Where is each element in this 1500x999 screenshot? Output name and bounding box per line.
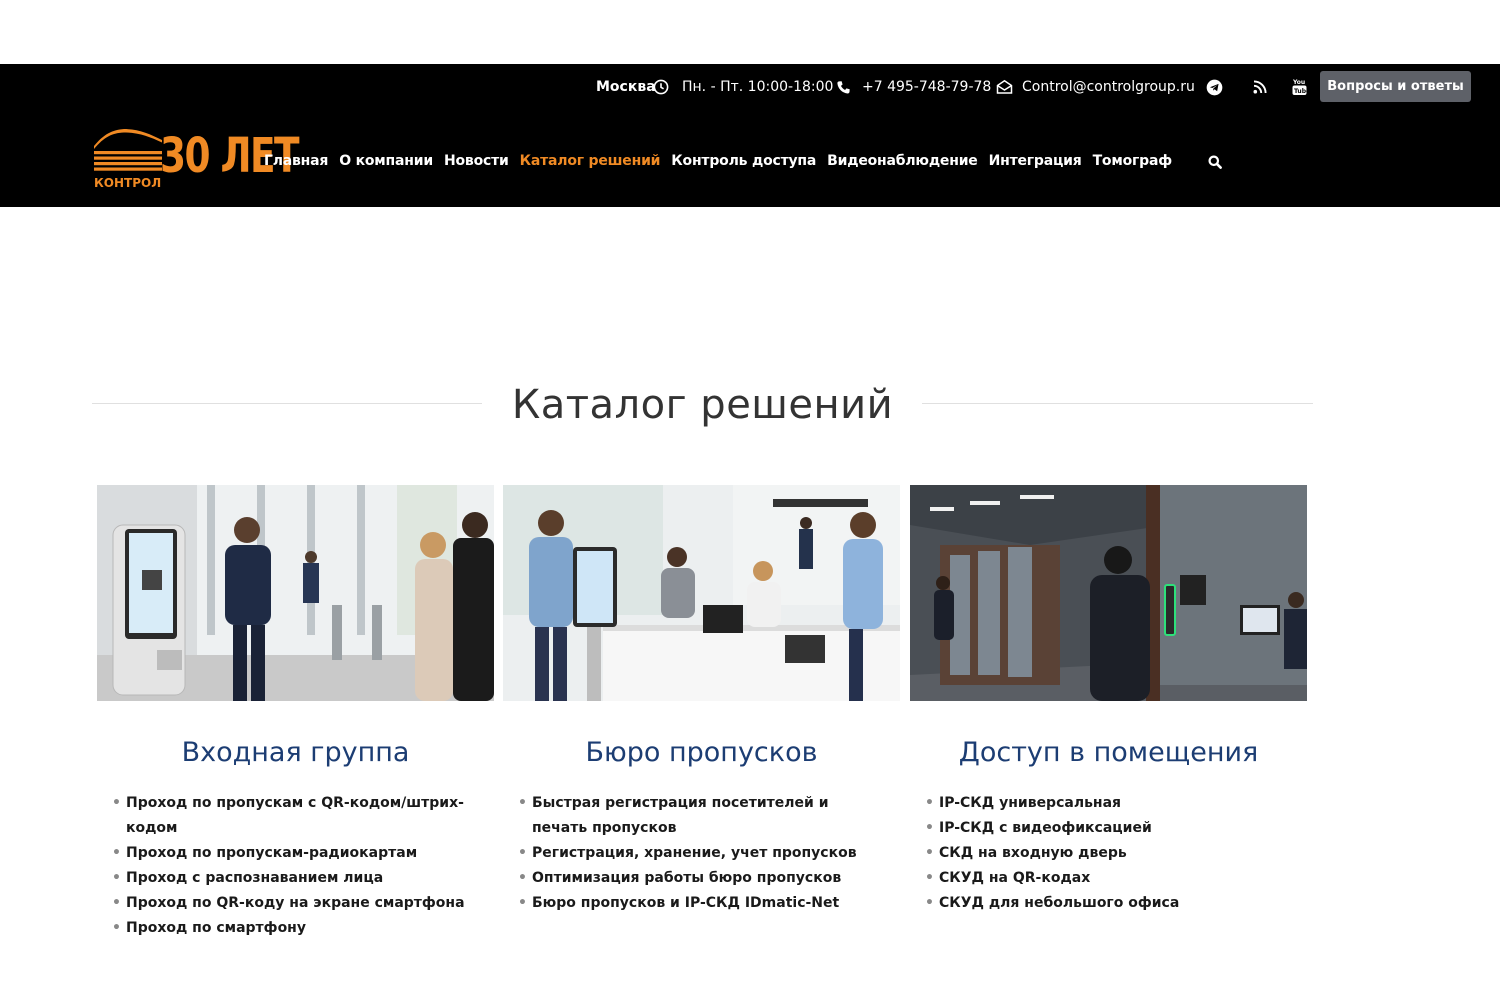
card-image-entrance[interactable] [97,485,494,701]
solution-card-pass-office[interactable]: Бюро пропусков Быстрая регистрация посет… [503,485,900,916]
list-item[interactable]: Проход по QR-коду на экране смартфона [112,891,512,916]
nav-item-video[interactable]: Видеонаблюдение [827,153,978,169]
city-name: Москва [596,79,656,95]
list-item[interactable]: СКУД для небольшого офиса [925,891,1295,916]
card-feature-list: Проход по пропускам с QR-кодом/штрих-код… [112,791,512,941]
faq-button[interactable]: Вопросы и ответы [1320,71,1471,102]
list-item[interactable]: Проход по пропускам-радиокартам [112,841,512,866]
list-item[interactable]: IP-СКД универсальная [925,791,1295,816]
list-item[interactable]: Оптимизация работы бюро пропусков [518,866,888,891]
nav-item-catalog[interactable]: Каталог решений [520,153,661,169]
card-title[interactable]: Бюро пропусков [503,737,900,768]
solution-card-entrance[interactable]: Входная группа Проход по пропускам с QR-… [97,485,494,941]
nav-item-news[interactable]: Новости [444,153,509,169]
list-item[interactable]: IP-СКД с видеофиксацией [925,816,1295,841]
list-item[interactable]: Проход по смартфону [112,916,512,941]
search-icon[interactable] [1208,154,1222,173]
list-item[interactable]: Регистрация, хранение, учет пропусков [518,841,888,866]
logo-stripes-icon [94,129,162,171]
card-title[interactable]: Входная группа [97,737,494,768]
clock-icon [653,71,669,103]
company-logo[interactable]: КОНТРОЛ 30 ЛЕТ [94,128,300,190]
nav-item-integration[interactable]: Интеграция [989,153,1082,169]
phone-link[interactable]: +7 495-748-79-78 [862,71,991,103]
nav-item-about[interactable]: О компании [339,153,433,169]
card-image-room-access[interactable] [910,485,1307,701]
page-title-section: Каталог решений [92,380,1313,430]
main-nav: Главная О компании Новости Каталог решен… [264,150,1183,172]
card-title[interactable]: Доступ в помещения [910,737,1307,768]
page-title: Каталог решений [92,380,1313,430]
telegram-icon[interactable] [1206,71,1223,103]
mail-icon [996,71,1013,103]
list-item[interactable]: СКУД на QR-кодах [925,866,1295,891]
nav-item-home[interactable]: Главная [264,153,328,169]
list-item[interactable]: Бюро пропусков и IP-СКД IDmatic-Net [518,891,888,916]
phone-icon [836,71,851,103]
top-info-bar: Москва Пн. - Пт. 10:00-18:00 +7 495-748-… [0,71,1500,103]
list-item[interactable]: СКД на входную дверь [925,841,1295,866]
youtube-icon[interactable]: You Tube [1292,71,1307,103]
nav-item-tomograph[interactable]: Томограф [1093,153,1173,169]
card-feature-list: Быстрая регистрация посетителей и печать… [518,791,888,916]
working-hours: Пн. - Пт. 10:00-18:00 [682,79,834,95]
solution-card-room-access[interactable]: Доступ в помещения IP-СКД универсальная … [910,485,1307,916]
nav-item-access-control[interactable]: Контроль доступа [671,153,816,169]
list-item[interactable]: Проход с распознаванием лица [112,866,512,891]
card-feature-list: IP-СКД универсальная IP-СКД с видеофикса… [925,791,1295,916]
card-image-pass-office[interactable] [503,485,900,701]
list-item[interactable]: Быстрая регистрация посетителей и печать… [518,791,888,841]
svg-text:You: You [1292,79,1305,86]
list-item[interactable]: Проход по пропускам с QR-кодом/штрих-код… [112,791,512,841]
rss-icon[interactable] [1253,71,1267,103]
svg-text:Tube: Tube [1294,88,1307,95]
logo-text: КОНТРОЛ [94,176,162,190]
email-link[interactable]: Control@controlgroup.ru [1022,71,1195,103]
city-label[interactable]: Москва [596,71,656,103]
site-header: Москва Пн. - Пт. 10:00-18:00 +7 495-748-… [0,64,1500,207]
